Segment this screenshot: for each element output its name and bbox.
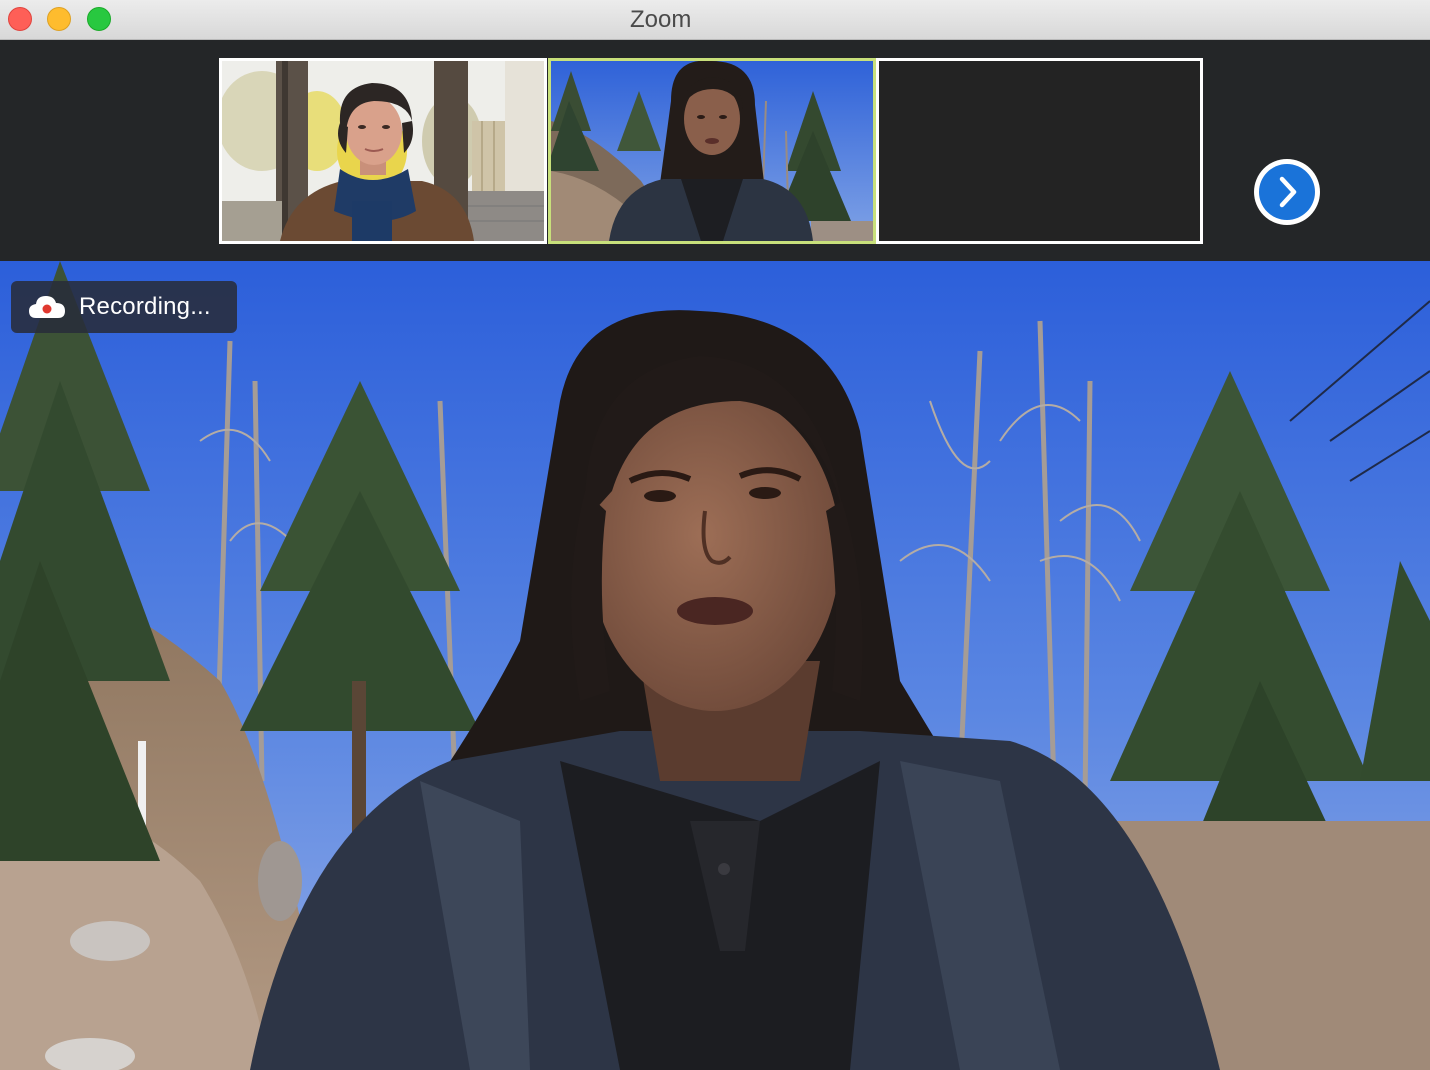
participant-video-2: [551, 61, 873, 241]
cloud-record-icon: [29, 296, 65, 318]
chevron-right-icon: [1279, 176, 1297, 208]
active-speaker-video[interactable]: [0, 261, 1430, 1070]
participant-tile-2[interactable]: [548, 58, 876, 244]
window-title: Zoom: [630, 6, 692, 33]
gallery-strip: [0, 40, 1430, 261]
next-page-button[interactable]: [1254, 159, 1320, 225]
speaker-video-frame: [0, 261, 1430, 1070]
window-titlebar: Zoom: [0, 0, 1430, 40]
participant-tile-3[interactable]: [876, 58, 1203, 244]
participant-tile-1[interactable]: [219, 58, 547, 244]
recording-label: Recording...: [79, 293, 211, 320]
recording-indicator[interactable]: Recording...: [11, 281, 237, 333]
participant-video-1: [222, 61, 544, 241]
